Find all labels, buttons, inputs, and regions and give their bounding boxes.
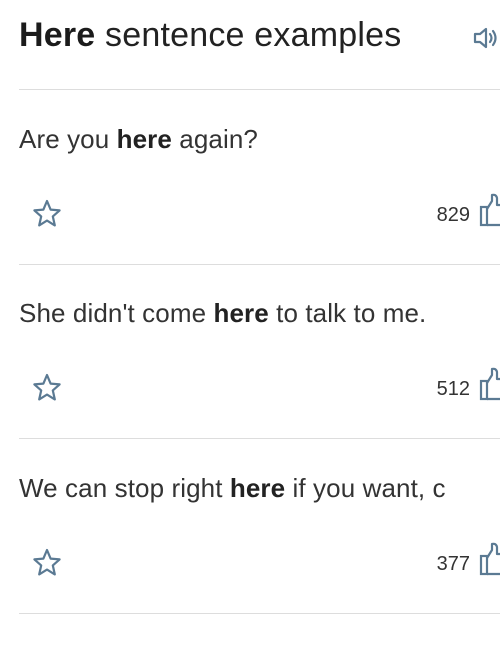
sentence-text: again? bbox=[171, 124, 258, 154]
vote-count: 829 bbox=[436, 204, 470, 226]
sentence-text: She didn't come bbox=[19, 298, 214, 328]
vote-count: 377 bbox=[436, 553, 470, 575]
example-row: Are you here again? 829 bbox=[0, 96, 500, 272]
thumbs-up-icon[interactable] bbox=[478, 367, 500, 403]
page-title: Here sentence examples bbox=[19, 16, 401, 55]
divider bbox=[19, 264, 500, 265]
title-rest: sentence examples bbox=[95, 15, 402, 54]
sentence-text: We can stop right bbox=[19, 473, 230, 503]
star-icon[interactable] bbox=[31, 198, 63, 230]
speaker-icon[interactable] bbox=[472, 26, 500, 50]
example-sentence: Are you here again? bbox=[19, 124, 258, 155]
divider bbox=[19, 89, 500, 90]
sentence-text: Are you bbox=[19, 124, 117, 154]
sentence-text: if you want, c bbox=[285, 473, 446, 503]
example-row: We can stop right here if you want, c 37… bbox=[0, 445, 500, 621]
example-row: She didn't come here to talk to me. 512 bbox=[0, 270, 500, 446]
divider bbox=[19, 613, 500, 614]
thumbs-up-icon[interactable] bbox=[478, 542, 500, 578]
vote-count: 512 bbox=[436, 378, 470, 400]
example-sentence: She didn't come here to talk to me. bbox=[19, 298, 426, 329]
example-sentence: We can stop right here if you want, c bbox=[19, 473, 446, 504]
title-keyword: Here bbox=[19, 15, 96, 54]
sentence-keyword: here bbox=[213, 298, 269, 328]
star-icon[interactable] bbox=[31, 547, 63, 579]
sentence-keyword: here bbox=[116, 124, 172, 154]
divider bbox=[19, 438, 500, 439]
star-icon[interactable] bbox=[31, 372, 63, 404]
thumbs-up-icon[interactable] bbox=[478, 193, 500, 229]
sentence-text: to talk to me. bbox=[268, 298, 427, 328]
sentence-keyword: here bbox=[229, 473, 286, 503]
page-header: Here sentence examples bbox=[19, 12, 401, 58]
